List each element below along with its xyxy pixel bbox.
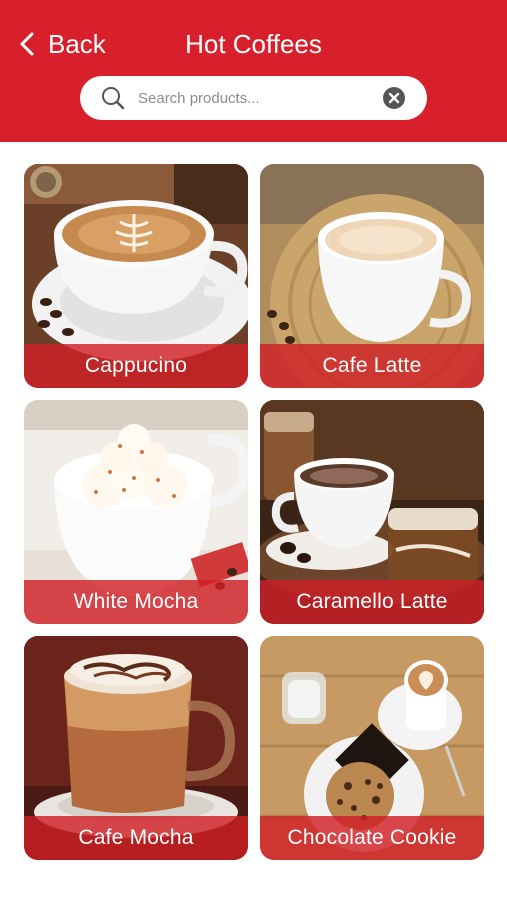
search-icon	[102, 87, 125, 110]
product-name: White Mocha	[73, 590, 199, 613]
product-card-cafe-latte[interactable]: Cafe Latte	[260, 164, 484, 388]
product-card-chocolate-cookie[interactable]: Chocolate Cookie	[260, 636, 484, 860]
product-grid: Cappucino Cafe Latte White Mocha Caramel…	[0, 142, 507, 900]
product-name: Caramello Latte	[296, 590, 448, 613]
app-header: Back Hot Coffees	[0, 0, 507, 142]
product-name: Cafe Latte	[322, 354, 422, 377]
product-label-bar: Cafe Mocha	[24, 816, 248, 860]
search-bar	[80, 76, 427, 120]
product-card-cappucino[interactable]: Cappucino	[24, 164, 248, 388]
search-input[interactable]	[138, 83, 368, 113]
product-name: Cappucino	[84, 354, 188, 377]
product-card-caramello-latte[interactable]: Caramello Latte	[260, 400, 484, 624]
product-card-white-mocha[interactable]: White Mocha	[24, 400, 248, 624]
product-label-bar: White Mocha	[24, 580, 248, 624]
clear-search-icon[interactable]	[382, 86, 406, 110]
product-label-bar: Cappucino	[24, 344, 248, 388]
product-card-cafe-mocha[interactable]: Cafe Mocha	[24, 636, 248, 860]
product-label-bar: Chocolate Cookie	[260, 816, 484, 860]
product-label-bar: Cafe Latte	[260, 344, 484, 388]
page-title: Hot Coffees	[0, 26, 507, 62]
product-label-bar: Caramello Latte	[260, 580, 484, 624]
product-name: Chocolate Cookie	[287, 826, 457, 849]
page-title-text: Hot Coffees	[185, 29, 322, 59]
product-name: Cafe Mocha	[78, 826, 194, 849]
